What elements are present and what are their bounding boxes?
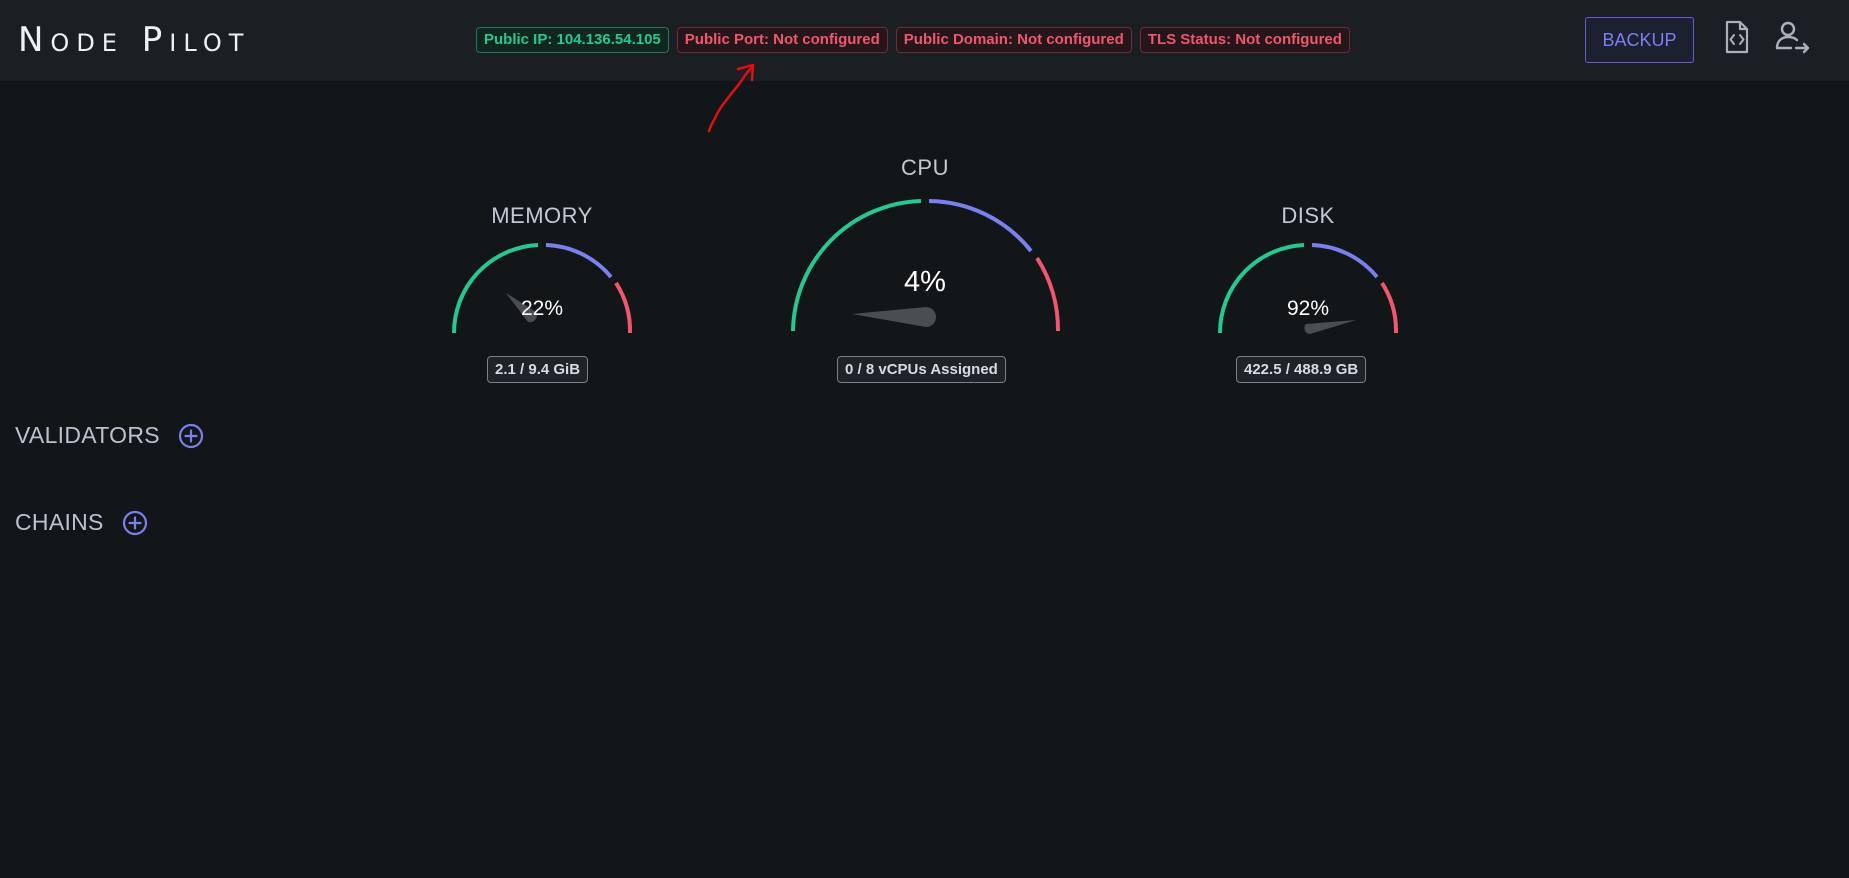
cpu-gauge-title: CPU xyxy=(901,155,949,180)
public-domain-badge: Public Domain: Not configured xyxy=(895,27,1132,53)
disk-gauge-title: DISK xyxy=(1281,203,1335,228)
top-bar: Node Pilot Public IP: 104.136.54.105 Pub… xyxy=(0,0,1849,81)
public-ip-badge: Public IP: 104.136.54.105 xyxy=(476,27,669,53)
public-port-badge: Public Port: Not configured xyxy=(676,27,888,53)
memory-gauge-percent: 22% xyxy=(520,297,564,320)
memory-usage-badge: 2.1 / 9.4 GiB xyxy=(487,356,589,383)
user-logout-icon[interactable] xyxy=(1774,19,1810,55)
app-logo: Node Pilot xyxy=(18,20,251,60)
memory-gauge-title: MEMORY xyxy=(491,203,593,228)
backup-button[interactable]: BACKUP xyxy=(1585,17,1694,63)
tls-status-badge: TLS Status: Not configured xyxy=(1139,27,1350,53)
validators-heading: VALIDATORS xyxy=(15,422,160,448)
validators-section: VALIDATORS xyxy=(15,422,204,449)
cpu-gauge: CPU 4% 0 / 8 vCPUs Assigned xyxy=(780,152,1070,392)
disk-gauge-percent: 92% xyxy=(1286,297,1330,320)
disk-gauge: DISK 92% 422.5 / 488.9 GB xyxy=(1206,200,1410,390)
add-validator-icon[interactable] xyxy=(178,423,204,449)
code-file-icon[interactable] xyxy=(1718,19,1754,55)
status-badges: Public IP: 104.136.54.105 Public Port: N… xyxy=(476,27,1350,53)
chains-heading: CHAINS xyxy=(15,509,104,535)
add-chain-icon[interactable] xyxy=(122,510,148,536)
memory-gauge: MEMORY 22% 2.1 / 9.4 GiB xyxy=(440,200,644,390)
cpu-gauge-percent: 4% xyxy=(904,266,946,298)
annotation-arrow-icon xyxy=(707,63,755,133)
disk-usage-badge: 422.5 / 488.9 GB xyxy=(1236,356,1367,383)
cpu-usage-badge: 0 / 8 vCPUs Assigned xyxy=(837,356,1006,383)
chains-section: CHAINS xyxy=(15,509,148,536)
